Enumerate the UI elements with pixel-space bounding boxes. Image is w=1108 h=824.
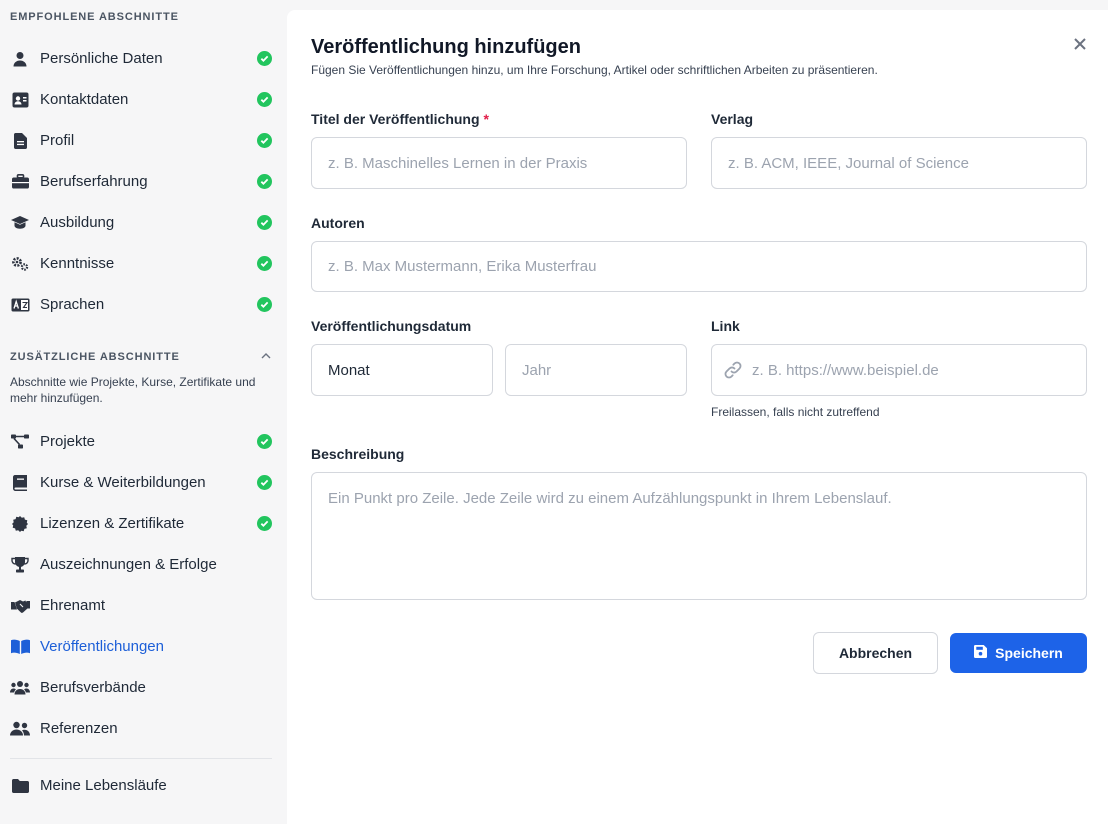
publisher-field-label: Verlag: [711, 111, 754, 127]
sidebar-item-label: Persönliche Daten: [40, 50, 163, 67]
check-icon: [257, 434, 272, 449]
sidebar-item-education[interactable]: Ausbildung: [0, 202, 286, 243]
sidebar-item-awards[interactable]: Auszeichnungen & Erfolge: [0, 544, 286, 585]
sidebar-item-label: Meine Lebensläufe: [40, 777, 167, 794]
add-publication-panel: Veröffentlichung hinzufügen Fügen Sie Ve…: [287, 10, 1108, 824]
link-icon: [723, 360, 743, 380]
sidebar-item-references[interactable]: Referenzen: [0, 708, 286, 749]
sidebar-divider: [10, 758, 272, 759]
save-button-label: Speichern: [995, 645, 1063, 661]
check-icon: [257, 516, 272, 531]
check-icon: [257, 92, 272, 107]
document-icon: [10, 131, 30, 151]
save-button[interactable]: Speichern: [950, 633, 1087, 673]
handshake-icon: [10, 596, 30, 616]
check-icon: [257, 51, 272, 66]
sidebar-item-label: Berufserfahrung: [40, 173, 148, 190]
user-icon: [10, 49, 30, 69]
sidebar-item-label: Lizenzen & Zertifikate: [40, 515, 185, 532]
check-icon: [257, 174, 272, 189]
project-diagram-icon: [10, 432, 30, 452]
check-icon: [257, 475, 272, 490]
check-icon: [257, 133, 272, 148]
user-friends-icon: [10, 719, 30, 739]
sidebar-item-label: Kenntnisse: [40, 255, 115, 272]
sidebar-item-label: Profil: [40, 132, 75, 149]
year-input[interactable]: [505, 344, 687, 396]
month-select-value: Monat: [328, 361, 370, 379]
check-icon: [257, 215, 272, 230]
briefcase-icon: [10, 172, 30, 192]
sidebar-item-languages[interactable]: Sprachen: [0, 284, 286, 325]
sidebar-item-label: Veröffentlichungen: [40, 638, 164, 655]
certificate-icon: [10, 514, 30, 534]
page-subtitle: Fügen Sie Veröffentlichungen hinzu, um I…: [311, 63, 878, 77]
language-icon: [10, 295, 30, 315]
sidebar-item-label: Kontaktdaten: [40, 91, 129, 108]
save-icon: [974, 645, 988, 661]
sidebar-item-label: Sprachen: [40, 296, 105, 313]
sidebar-item-personal-data[interactable]: Persönliche Daten: [0, 38, 286, 79]
recommended-sections-title: EMPFOHLENE ABSCHNITTE: [10, 11, 179, 23]
sidebar-item-profile[interactable]: Profil: [0, 120, 286, 161]
description-field-label: Beschreibung: [311, 446, 405, 462]
sidebar-item-work-experience[interactable]: Berufserfahrung: [0, 161, 286, 202]
close-icon[interactable]: [1071, 35, 1089, 53]
description-textarea[interactable]: [311, 472, 1087, 600]
sidebar-item-volunteering[interactable]: Ehrenamt: [0, 585, 286, 626]
users-icon: [10, 678, 30, 698]
link-field-label: Link: [711, 318, 740, 334]
additional-sections-title: ZUSÄTZLICHE ABSCHNITTE: [10, 351, 180, 363]
sidebar-item-label: Projekte: [40, 433, 96, 450]
book-icon: [10, 473, 30, 493]
month-select[interactable]: Monat: [311, 344, 493, 396]
trophy-icon: [10, 555, 30, 575]
gears-icon: [10, 254, 30, 274]
folder-icon: [10, 776, 30, 796]
title-field-label-text: Titel der Veröffentlichung: [311, 111, 480, 127]
sidebar-item-skills[interactable]: Kenntnisse: [0, 243, 286, 284]
publication-title-input[interactable]: [311, 137, 687, 189]
sidebar-item-label: Kurse & Weiterbildungen: [40, 474, 206, 491]
authors-input[interactable]: [311, 241, 1087, 292]
link-hint: Freilassen, falls nicht zutreffend: [711, 405, 880, 419]
sidebar-item-label: Berufsverbände: [40, 679, 146, 696]
sidebar: EMPFOHLENE ABSCHNITTE Persönliche Daten …: [0, 0, 286, 824]
sidebar-item-professional-associations[interactable]: Berufsverbände: [0, 667, 286, 708]
publisher-input[interactable]: [711, 137, 1087, 189]
title-field-label: Titel der Veröffentlichung *: [311, 111, 489, 127]
sidebar-item-courses[interactable]: Kurse & Weiterbildungen: [0, 462, 286, 503]
contact-card-icon: [10, 90, 30, 110]
required-mark: *: [483, 111, 489, 127]
date-field-label: Veröffentlichungsdatum: [311, 318, 472, 334]
open-book-icon: [10, 637, 30, 657]
check-icon: [257, 256, 272, 271]
sidebar-item-publications[interactable]: Veröffentlichungen: [0, 626, 286, 667]
sidebar-item-contact-data[interactable]: Kontaktdaten: [0, 79, 286, 120]
sidebar-item-my-resumes[interactable]: Meine Lebensläufe: [0, 765, 286, 806]
page-title: Veröffentlichung hinzufügen: [311, 36, 581, 58]
sidebar-item-label: Referenzen: [40, 720, 118, 737]
sidebar-item-label: Ehrenamt: [40, 597, 106, 614]
chevron-up-icon[interactable]: [259, 349, 273, 363]
sidebar-item-label: Ausbildung: [40, 214, 115, 231]
authors-field-label: Autoren: [311, 215, 365, 231]
sidebar-item-projects[interactable]: Projekte: [0, 421, 286, 462]
sidebar-item-certificates[interactable]: Lizenzen & Zertifikate: [0, 503, 286, 544]
link-input[interactable]: [711, 344, 1087, 396]
additional-sections-note: Abschnitte wie Projekte, Kurse, Zertifik…: [10, 375, 256, 405]
check-icon: [257, 297, 272, 312]
graduation-cap-icon: [10, 213, 30, 233]
cancel-button[interactable]: Abbrechen: [813, 632, 938, 674]
sidebar-item-label: Auszeichnungen & Erfolge: [40, 556, 217, 573]
